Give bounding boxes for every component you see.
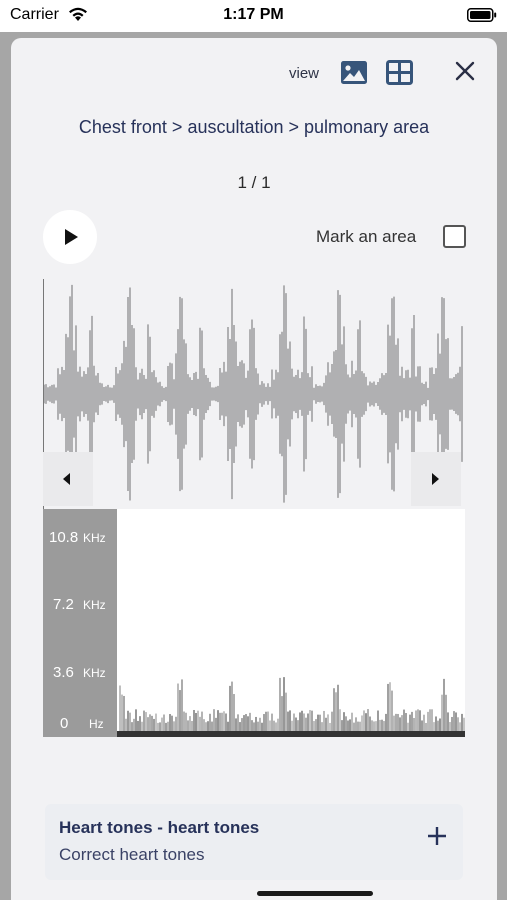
spectrogram-column [229, 685, 231, 737]
freq-tick-value: 3.6 [53, 664, 74, 681]
freq-tick-unit: KHz [83, 531, 106, 545]
freq-tick-unit: KHz [83, 598, 106, 612]
waveform[interactable] [43, 279, 465, 509]
spectrogram-column [443, 678, 445, 737]
status-bar: Carrier 1:17 PM [0, 0, 507, 32]
chevron-left-icon [63, 473, 70, 485]
spectrogram-column [181, 679, 183, 737]
grid-view-icon[interactable] [386, 60, 413, 90]
spectrogram-column [281, 696, 283, 737]
freq-tick-value: 10.8 [49, 529, 79, 546]
spectrogram-column [283, 677, 285, 737]
spectrogram-column [233, 694, 235, 737]
spectrogram-column [285, 692, 287, 737]
play-icon [65, 229, 78, 245]
battery-icon [467, 8, 497, 27]
freq-tick-unit: Hz [89, 717, 104, 731]
spectrogram-baseline [117, 731, 465, 737]
status-time: 1:17 PM [223, 6, 284, 23]
spectrogram-column [333, 688, 335, 737]
scroll-right-button[interactable] [411, 452, 461, 506]
freq-tick-value: 0 [60, 715, 69, 732]
spectrogram-column [279, 677, 281, 737]
finding-subtitle: Correct heart tones [59, 845, 205, 864]
freq-tick-value: 7.2 [53, 596, 74, 613]
spectrogram-column [387, 683, 389, 737]
recording-sheet: view Chest front > auscultation > pulmon… [11, 38, 497, 900]
spectrogram-column [441, 694, 443, 737]
mark-area-checkbox[interactable] [443, 225, 466, 248]
spectrogram-column [335, 692, 337, 737]
view-label: view [289, 65, 320, 82]
spectrogram-column [179, 690, 181, 737]
finding-card[interactable]: Heart tones - heart tones Correct heart … [45, 804, 463, 880]
spectrogram-column [123, 695, 125, 737]
spectrogram-column [391, 690, 393, 737]
scroll-left-button[interactable] [43, 452, 93, 506]
spectrogram-column [177, 683, 179, 737]
play-button[interactable] [43, 210, 97, 264]
image-view-icon[interactable] [340, 60, 368, 90]
mark-area-label: Mark an area [316, 227, 417, 246]
spectrogram-column [389, 682, 391, 737]
spectrogram-column [231, 681, 233, 737]
frequency-axis: 10.8 KHz 7.2 KHz 3.6 KHz 0 Hz [43, 509, 117, 737]
breadcrumb: Chest front > auscultation > pulmonary a… [78, 117, 430, 137]
add-icon[interactable] [425, 824, 449, 848]
spectrogram: 10.8 KHz 7.2 KHz 3.6 KHz 0 Hz [43, 509, 465, 737]
spectrogram-column [119, 685, 121, 737]
page-indicator: 1 / 1 [237, 173, 271, 192]
home-indicator [257, 891, 373, 896]
freq-tick-unit: KHz [83, 666, 106, 680]
spectrogram-column [337, 684, 339, 737]
spectrogram-column [445, 694, 447, 737]
finding-title: Heart tones - heart tones [59, 818, 260, 837]
close-icon[interactable] [452, 58, 478, 84]
chevron-right-icon [432, 473, 439, 485]
spectrogram-column [121, 694, 123, 737]
